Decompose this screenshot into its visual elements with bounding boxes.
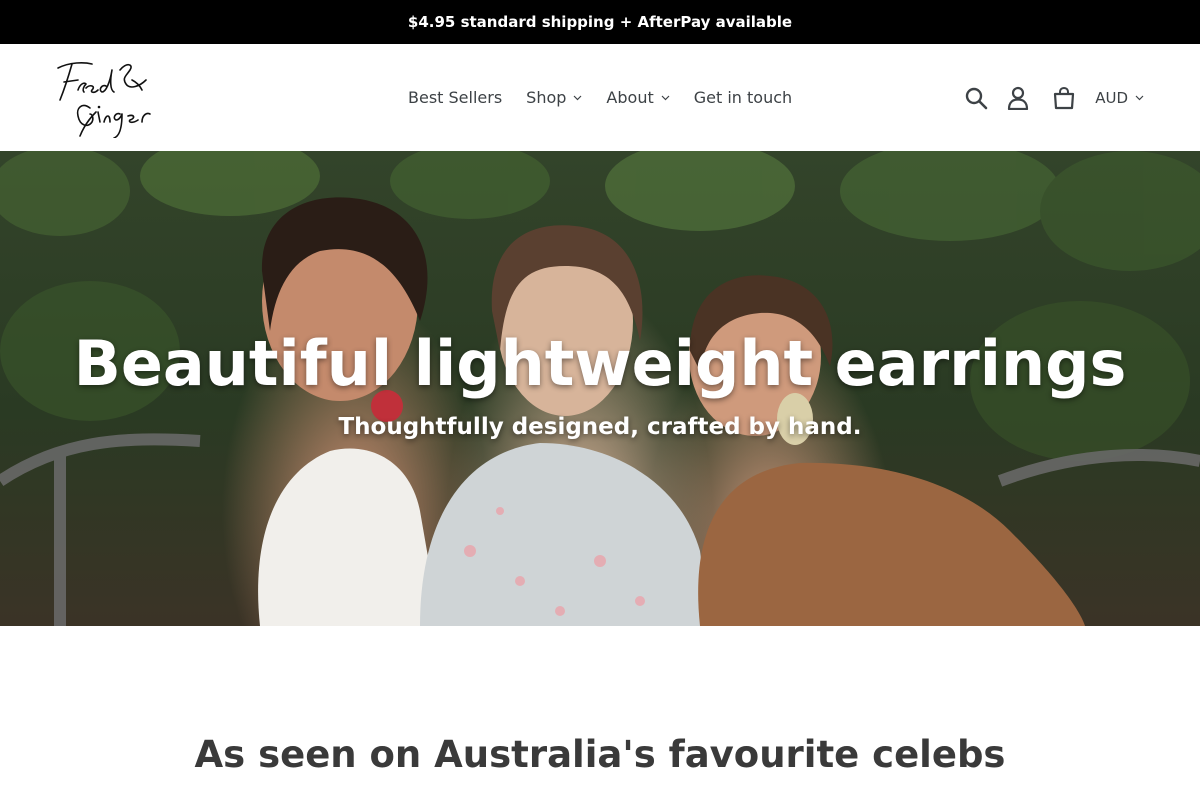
- nav-shop-label: Shop: [526, 88, 567, 107]
- nav-about-label: About: [606, 88, 654, 107]
- header-icons: AUD: [955, 44, 1144, 151]
- chevron-down-icon: [1135, 95, 1144, 100]
- account-button[interactable]: [997, 77, 1039, 119]
- hero-title: Beautiful lightweight earrings: [73, 327, 1127, 400]
- currency-value: AUD: [1095, 88, 1128, 107]
- nav-best-sellers[interactable]: Best Sellers: [396, 88, 514, 107]
- nav-get-in-touch[interactable]: Get in touch: [682, 88, 804, 107]
- cart-button[interactable]: [1043, 77, 1085, 119]
- section-title: As seen on Australia's favourite celebs: [194, 733, 1006, 776]
- currency-selector[interactable]: AUD: [1095, 89, 1144, 107]
- hero-subtitle: Thoughtfully designed, crafted by hand.: [338, 414, 862, 440]
- site-header: Best Sellers Shop About Get in touch AUD: [0, 44, 1200, 151]
- announcement-text: $4.95 standard shipping + AfterPay avail…: [407, 13, 793, 31]
- nav-best-sellers-label: Best Sellers: [408, 88, 503, 107]
- search-icon: [966, 87, 988, 109]
- nav-get-in-touch-label: Get in touch: [693, 88, 793, 107]
- chevron-down-icon: [661, 95, 670, 100]
- nav-about[interactable]: About: [594, 88, 681, 107]
- search-button[interactable]: [955, 77, 997, 119]
- main-nav: Best Sellers Shop About Get in touch: [396, 44, 804, 151]
- nav-shop[interactable]: Shop: [514, 88, 594, 107]
- chevron-down-icon: [573, 95, 582, 100]
- account-icon: [1008, 86, 1029, 110]
- announcement-bar: $4.95 standard shipping + AfterPay avail…: [0, 0, 1200, 44]
- brand-logo[interactable]: [50, 56, 160, 139]
- hero-banner[interactable]: Beautiful lightweight earrings Thoughtfu…: [0, 151, 1200, 626]
- cart-icon: [1054, 86, 1075, 109]
